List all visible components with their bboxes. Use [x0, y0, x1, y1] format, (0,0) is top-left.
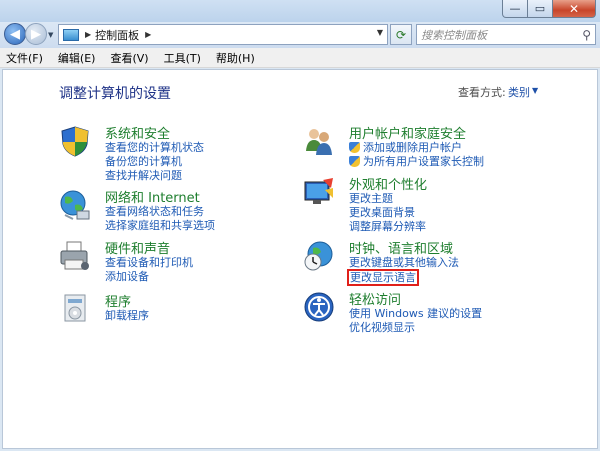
ease-of-access-icon[interactable]	[303, 291, 335, 323]
title-bar: — ▭ ✕	[0, 0, 600, 22]
maximize-button[interactable]: ▭	[528, 0, 553, 18]
programs-icon[interactable]	[59, 293, 91, 325]
recent-pages-chevron-down-icon[interactable]: ▼	[48, 31, 53, 39]
menu-tools[interactable]: 工具(T)	[164, 50, 201, 66]
category-links: 查看设备和打印机 添加设备	[105, 256, 193, 284]
arrow-left-icon: ◀	[10, 26, 20, 42]
category-title[interactable]: 外观和个性化	[349, 174, 427, 193]
link-network-status[interactable]: 查看网络状态和任务	[105, 205, 215, 218]
search-input[interactable]: 搜索控制面板 ⚲	[416, 24, 596, 45]
link-change-display-language[interactable]: 更改显示语言	[347, 269, 419, 286]
category-title[interactable]: 系统和安全	[105, 123, 170, 142]
appearance-monitor-icon[interactable]	[303, 176, 335, 208]
link-adjust-resolution[interactable]: 调整屏幕分辨率	[349, 220, 426, 233]
link-view-computer-status[interactable]: 查看您的计算机状态	[105, 141, 204, 154]
link-text: 为所有用户设置家长控制	[363, 155, 484, 168]
uac-shield-icon	[349, 142, 360, 153]
menu-file[interactable]: 文件(F)	[6, 50, 43, 66]
category-links: 查看您的计算机状态 备份您的计算机 查找并解决问题	[105, 141, 204, 183]
printer-icon[interactable]	[59, 240, 91, 272]
category-links: 使用 Windows 建议的设置 优化视频显示	[349, 307, 482, 335]
link-add-remove-accounts[interactable]: 添加或删除用户帐户	[349, 141, 484, 154]
view-mode-label: 查看方式:	[458, 86, 506, 99]
category-links: 卸载程序	[105, 309, 149, 323]
link-parental-controls[interactable]: 为所有用户设置家长控制	[349, 155, 484, 168]
search-placeholder: 搜索控制面板	[421, 28, 487, 42]
link-devices-printers[interactable]: 查看设备和打印机	[105, 256, 193, 269]
category-links: 更改主题 更改桌面背景 调整屏幕分辨率	[349, 192, 426, 234]
network-globe-icon[interactable]	[59, 189, 91, 221]
view-mode-chevron-down-icon[interactable]: ▼	[532, 86, 538, 95]
link-text: 添加或删除用户帐户	[363, 141, 462, 154]
link-backup-computer[interactable]: 备份您的计算机	[105, 155, 204, 168]
link-uninstall-program[interactable]: 卸载程序	[105, 309, 149, 322]
category-title[interactable]: 时钟、语言和区域	[349, 238, 453, 257]
link-change-theme[interactable]: 更改主题	[349, 192, 426, 205]
menu-bar: 文件(F) 编辑(E) 查看(V) 工具(T) 帮助(H)	[0, 48, 600, 68]
address-dropdown-chevron-down-icon[interactable]: ▼	[377, 28, 383, 37]
breadcrumb-control-panel[interactable]: 控制面板	[95, 27, 139, 43]
breadcrumb-chevron-icon[interactable]: ▶	[145, 30, 151, 39]
clock-globe-icon[interactable]	[303, 240, 335, 272]
category-title[interactable]: 网络和 Internet	[105, 187, 200, 206]
page-title: 调整计算机的设置	[59, 86, 171, 102]
link-add-device[interactable]: 添加设备	[105, 270, 193, 283]
control-panel-icon	[63, 28, 79, 41]
navigation-bar: ◀ ▶ ▼ ▶ 控制面板 ▶ ▼ ⟳ 搜索控制面板 ⚲	[0, 22, 600, 48]
close-button[interactable]: ✕	[553, 0, 596, 18]
category-title[interactable]: 程序	[105, 291, 131, 310]
refresh-button[interactable]: ⟳	[390, 24, 412, 45]
category-links: 更改键盘或其他输入法 更改显示语言	[347, 256, 459, 286]
link-change-input-method[interactable]: 更改键盘或其他输入法	[349, 256, 459, 269]
users-icon[interactable]	[303, 125, 335, 157]
link-troubleshoot[interactable]: 查找并解决问题	[105, 169, 204, 182]
refresh-icon: ⟳	[395, 27, 407, 42]
control-panel-content: 调整计算机的设置 查看方式: 类别 ▼ 系统和安全 查看您的计算机状态 备份您的…	[2, 69, 598, 449]
menu-view[interactable]: 查看(V)	[110, 50, 148, 66]
search-icon[interactable]: ⚲	[582, 28, 591, 42]
uac-shield-icon	[349, 156, 360, 167]
link-homegroup-sharing[interactable]: 选择家庭组和共享选项	[105, 219, 215, 232]
back-button[interactable]: ◀	[4, 23, 26, 45]
category-title[interactable]: 用户帐户和家庭安全	[349, 123, 466, 142]
arrow-right-icon: ▶	[31, 26, 41, 42]
minimize-button[interactable]: —	[502, 0, 528, 18]
window-controls: — ▭ ✕	[502, 0, 596, 18]
category-title[interactable]: 轻松访问	[349, 289, 401, 308]
link-optimize-visual-display[interactable]: 优化视频显示	[349, 321, 482, 334]
menu-help[interactable]: 帮助(H)	[216, 50, 255, 66]
address-bar[interactable]: ▶ 控制面板 ▶ ▼	[58, 24, 388, 45]
shield-icon[interactable]	[59, 125, 91, 157]
category-links: 查看网络状态和任务 选择家庭组和共享选项	[105, 205, 215, 233]
link-recommended-settings[interactable]: 使用 Windows 建议的设置	[349, 307, 482, 320]
view-mode-dropdown[interactable]: 类别	[508, 84, 530, 100]
category-title[interactable]: 硬件和声音	[105, 238, 170, 257]
category-links: 添加或删除用户帐户 为所有用户设置家长控制	[349, 141, 484, 169]
breadcrumb-chevron-icon[interactable]: ▶	[85, 30, 91, 39]
menu-edit[interactable]: 编辑(E)	[58, 50, 96, 66]
link-change-desktop-background[interactable]: 更改桌面背景	[349, 206, 426, 219]
forward-button[interactable]: ▶	[25, 23, 47, 45]
